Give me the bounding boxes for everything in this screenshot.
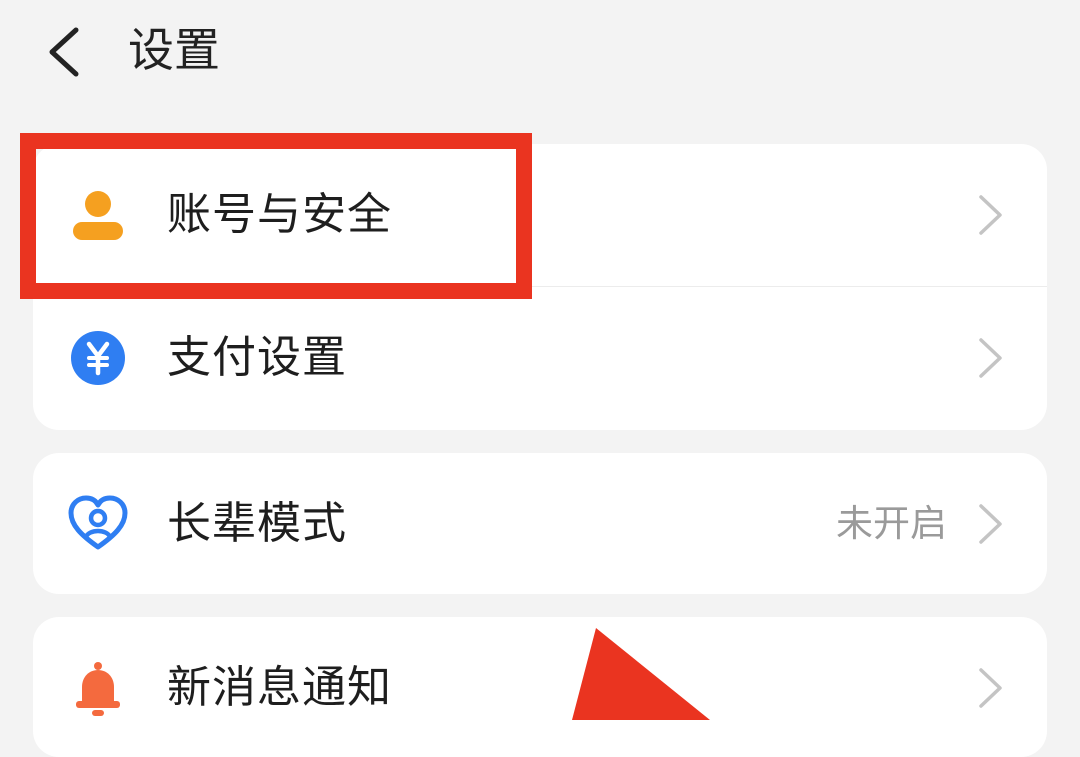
user-icon xyxy=(67,184,129,246)
settings-item-payment[interactable]: 支付设置 xyxy=(33,287,1047,430)
chevron-right-icon xyxy=(973,665,1007,711)
heart-person-icon xyxy=(67,493,129,555)
settings-card-elder: 长辈模式 未开启 xyxy=(33,453,1047,594)
chevron-right-icon xyxy=(973,192,1007,238)
settings-item-label: 新消息通知 xyxy=(167,662,392,713)
settings-item-elder-mode[interactable]: 长辈模式 未开启 xyxy=(33,453,1047,594)
yuan-icon xyxy=(67,327,129,389)
settings-item-label: 长辈模式 xyxy=(167,498,347,549)
settings-card-notifications: 新消息通知 xyxy=(33,617,1047,757)
settings-card-account: 账号与安全 支付设置 xyxy=(33,144,1047,430)
settings-item-label: 支付设置 xyxy=(167,332,347,383)
page-title: 设置 xyxy=(128,23,220,77)
top-bar: 设置 xyxy=(0,0,1080,110)
bell-icon xyxy=(67,657,129,719)
chevron-right-icon xyxy=(973,335,1007,381)
status-value: 未开启 xyxy=(836,502,947,545)
settings-item-notifications[interactable]: 新消息通知 xyxy=(33,617,1047,757)
back-button[interactable] xyxy=(40,22,96,82)
settings-item-label: 账号与安全 xyxy=(167,189,392,240)
chevron-left-icon xyxy=(49,27,79,77)
chevron-right-icon xyxy=(973,501,1007,547)
settings-item-account-security[interactable]: 账号与安全 xyxy=(33,144,1047,287)
